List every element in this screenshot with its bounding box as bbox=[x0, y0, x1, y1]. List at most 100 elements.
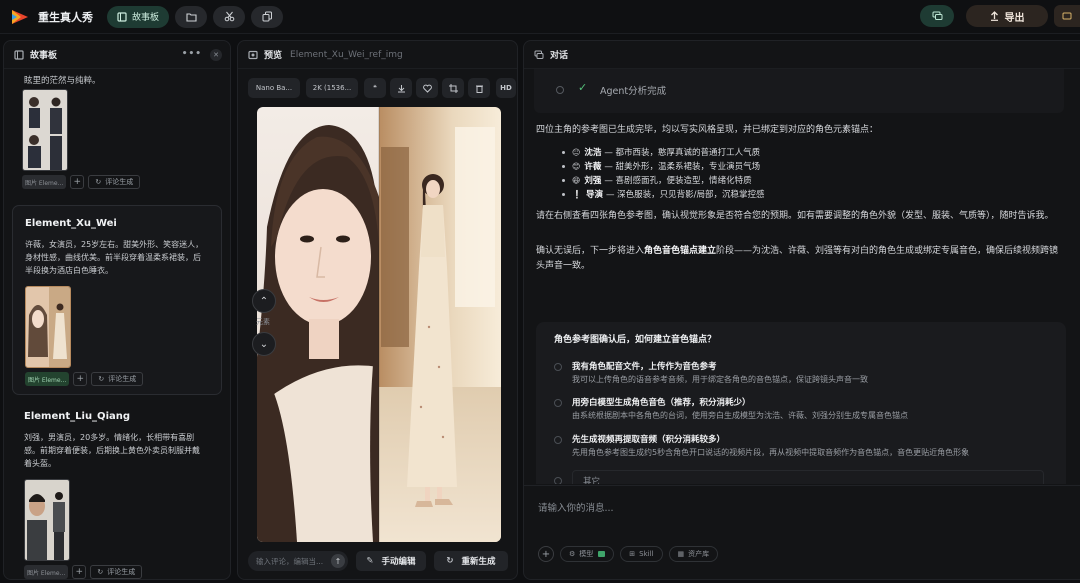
chat-panel: 对话 ✓ Agent分析完成 四位主角的参考图已生成完毕，均以写实风格呈现，并已… bbox=[523, 40, 1080, 580]
manual-edit-label: 手动编辑 bbox=[381, 557, 416, 567]
comment-input-placeholder: 输入评论，编辑当... bbox=[256, 556, 324, 566]
radio-button[interactable] bbox=[554, 436, 562, 444]
add-button[interactable]: + bbox=[70, 175, 85, 189]
element-card-xu-wei[interactable]: Element_Xu_Wei 许薇，女演员，25岁左右。甜美外形、笑容迷人， 身… bbox=[12, 205, 222, 395]
image-chip[interactable]: 图片 Eleme... bbox=[22, 175, 67, 189]
preview-icon bbox=[248, 50, 258, 59]
add-button[interactable]: + bbox=[73, 372, 88, 386]
comment-generate-label: 评论生成 bbox=[107, 568, 136, 576]
element-card[interactable]: 图片 Eleme... + ↻ 评论生成 bbox=[12, 87, 222, 195]
send-comment-icon[interactable]: ↑ bbox=[331, 554, 345, 568]
bullet bbox=[562, 178, 565, 182]
heart-icon bbox=[422, 84, 432, 93]
storyboard-icon bbox=[117, 11, 127, 22]
model-select[interactable]: Nano Ba... bbox=[248, 78, 300, 98]
comment-generate-button[interactable]: ↻ 评论生成 bbox=[90, 565, 143, 579]
manual-edit-button[interactable]: ✎ 手动编辑 bbox=[356, 551, 426, 571]
model-tool-label: 模型 bbox=[579, 550, 594, 558]
comment-generate-button[interactable]: ↻ 评论生成 bbox=[88, 175, 141, 189]
element-thumbnail[interactable] bbox=[25, 286, 71, 368]
prev-element-button[interactable]: ⌃ bbox=[252, 289, 276, 313]
role-name: 刘强 bbox=[584, 176, 602, 186]
copy-button[interactable] bbox=[251, 5, 284, 28]
message-confirm: 请在右侧查看四张角色参考图，确认视觉形象是否符合您的预期。如有需要调整的角色外貌… bbox=[536, 211, 1054, 221]
description-line: 身材性感，曲线优美。前半段穿着温柔系裙装，后 bbox=[25, 253, 201, 262]
radio-button[interactable] bbox=[554, 477, 562, 484]
download-button[interactable] bbox=[390, 78, 412, 98]
radio-button[interactable] bbox=[554, 399, 562, 407]
card-actions: 图片 Eleme... + ↻ 评论生成 bbox=[22, 175, 141, 189]
next-step-bold: 角色音色锚点建立 bbox=[644, 246, 717, 256]
image-chip[interactable]: 图片 Eleme... bbox=[25, 372, 70, 386]
crop-icon bbox=[448, 83, 458, 93]
next-step-pre: 确认无误后，下一步将进入 bbox=[536, 246, 645, 256]
element-thumbnail[interactable] bbox=[24, 479, 70, 561]
comment-generate-label: 评论生成 bbox=[108, 375, 137, 383]
resolution-select[interactable]: 2K (1536... bbox=[306, 78, 358, 98]
regenerate-button[interactable]: ↻ 重新生成 bbox=[434, 551, 508, 571]
storyboard-list[interactable]: 眩里的茫然与纯粹。 图片 Eleme... + ↻ 评论生成 Element_X… bbox=[4, 69, 230, 579]
element-thumbnail[interactable] bbox=[22, 89, 68, 171]
preview-panel: 预览 Element_Xu_Wei_ref_img Nano Ba... 2K … bbox=[237, 40, 518, 580]
comment-generate-button[interactable]: ↻ 评论生成 bbox=[91, 372, 144, 386]
element-description: 刘强，男演员，20多岁。情绪化，长相带有喜剧 感。前期穿着便装，后期换上黄色外卖… bbox=[24, 431, 212, 470]
chat-input[interactable]: 请输入你的消息... bbox=[538, 500, 614, 514]
storyboard-panel-title: 故事板 bbox=[30, 51, 58, 61]
chat-toggle-button[interactable] bbox=[920, 5, 954, 27]
skill-tool-button[interactable]: ⊞ Skill bbox=[620, 546, 663, 562]
model-flag-icon bbox=[598, 551, 606, 557]
role-item: 😊 许薇 — 甜美外形，温柔系裙装，专业演员气场 bbox=[562, 160, 760, 172]
radio-button[interactable] bbox=[554, 363, 562, 371]
chat-icon bbox=[534, 50, 544, 59]
hd-button[interactable]: HD bbox=[496, 78, 516, 98]
scissors-button[interactable] bbox=[213, 5, 246, 28]
chat-messages[interactable]: ✓ Agent分析完成 四位主角的参考图已生成完毕，均以写实风格呈现，并已绑定到… bbox=[524, 69, 1080, 484]
thumbnail-image bbox=[25, 480, 69, 560]
comment-input[interactable]: 输入评论，编辑当... ↑ bbox=[248, 551, 348, 571]
element-name: Element_Xu_Wei bbox=[25, 218, 117, 229]
delete-button[interactable] bbox=[468, 78, 490, 98]
role-desc: — 甜美外形，温柔系裙装，专业演员气场 bbox=[604, 162, 761, 172]
copy-icon bbox=[262, 11, 272, 22]
bullet bbox=[562, 192, 565, 196]
reference-image[interactable] bbox=[257, 107, 501, 542]
add-button[interactable]: + bbox=[72, 565, 87, 579]
more-options-icon[interactable]: ••• bbox=[182, 49, 202, 59]
comment-generate-label: 评论生成 bbox=[105, 178, 134, 186]
credits-chip[interactable] bbox=[1054, 5, 1080, 27]
message-next-step: 确认无误后，下一步将进入角色音色锚点建立阶段——为沈浩、许薇、刘强等有对白的角色… bbox=[536, 244, 1066, 274]
top-bar: 重生真人秀 故事板 导出 bbox=[0, 0, 1080, 34]
question-title: 角色参考图确认后，如何建立音色锚点？ bbox=[554, 335, 717, 345]
element-description: 许薇，女演员，25岁左右。甜美外形、笑容迷人， 身材性感，曲线优美。前半段穿着温… bbox=[25, 238, 213, 277]
add-attachment-button[interactable]: + bbox=[538, 546, 554, 562]
description-line: 半段换为酒店白色睡衣。 bbox=[25, 266, 113, 275]
next-element-button[interactable]: ⌄ bbox=[252, 332, 276, 356]
role-name: 许薇 bbox=[584, 162, 602, 172]
role-name: 沈浩 bbox=[584, 148, 602, 158]
element-card-liu-qiang[interactable]: Element_Liu_Qiang 刘强，男演员，20多岁。情绪化，长相带有喜剧… bbox=[12, 401, 222, 579]
preview-panel-header: 预览 Element_Xu_Wei_ref_img bbox=[238, 41, 517, 69]
check-icon: ✓ bbox=[578, 81, 588, 94]
export-button[interactable]: 导出 bbox=[966, 5, 1048, 27]
image-chip[interactable]: 图片 Eleme... bbox=[24, 565, 69, 579]
model-tool-button[interactable]: ⚙ 模型 bbox=[560, 546, 615, 562]
skill-icon: ⊞ bbox=[629, 550, 636, 558]
asset-library-button[interactable]: ▦ 资产库 bbox=[668, 546, 719, 562]
agent-status-text: Agent分析完成 bbox=[600, 86, 667, 97]
quote-button[interactable]: ❝ bbox=[364, 78, 386, 98]
role-desc: — 深色服装，只见背影/局部，沉稳掌控感 bbox=[605, 190, 765, 200]
role-desc: — 都市西装，憨厚真诚的普通打工人气质 bbox=[604, 148, 761, 158]
model-icon: ⚙ bbox=[569, 550, 576, 558]
favorite-button[interactable] bbox=[416, 78, 438, 98]
asset-library-label: 资产库 bbox=[688, 550, 710, 558]
storyboard-panel-header: 故事板 ••• ✕ bbox=[4, 41, 230, 69]
other-input[interactable]: 其它 bbox=[572, 470, 1044, 484]
option-other[interactable]: 其它 bbox=[554, 470, 1054, 484]
role-desc: — 喜剧感面孔，便装造型，情绪化特质 bbox=[604, 176, 752, 186]
storyboard-tab-button[interactable]: 故事板 bbox=[107, 5, 170, 28]
crop-button[interactable] bbox=[442, 78, 464, 98]
description-line: 感。前期穿着便装，后期换上黄色外卖员制服并戴 bbox=[24, 446, 200, 455]
folder-button[interactable] bbox=[175, 5, 208, 28]
trash-icon bbox=[475, 85, 483, 93]
close-panel-button[interactable]: ✕ bbox=[210, 49, 222, 61]
